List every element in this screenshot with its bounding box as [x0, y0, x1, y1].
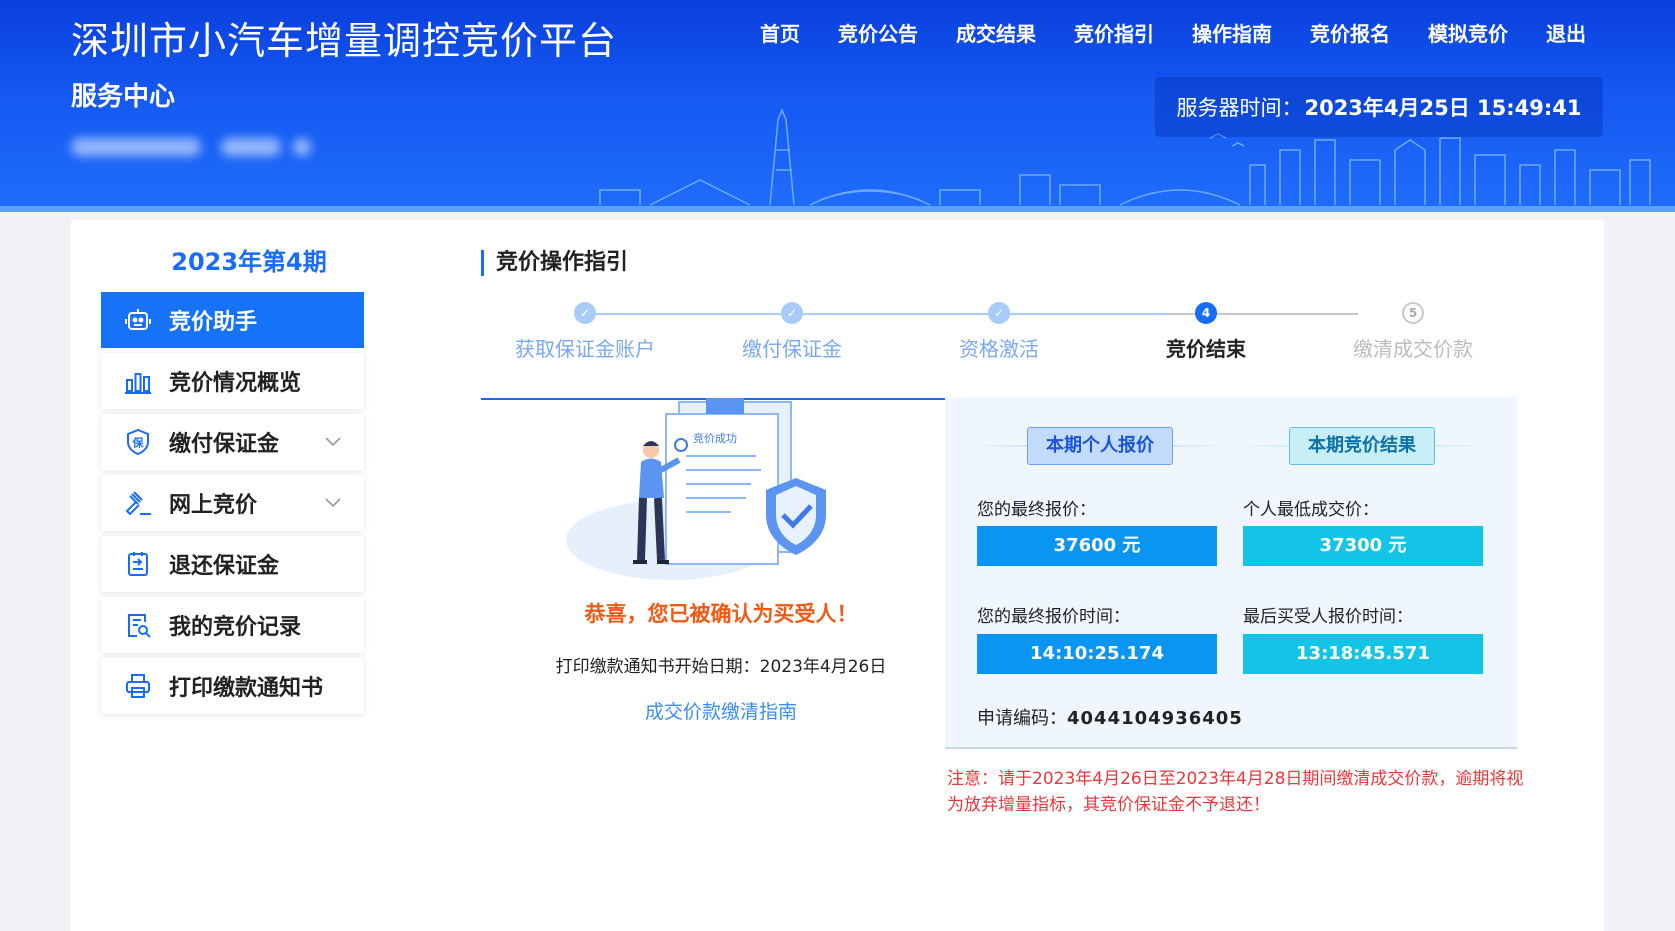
- illustration-caption: 竞价成功: [693, 431, 737, 445]
- step-2: ✓ 缴付保证金: [692, 302, 892, 362]
- last-buyer-time-value: 13:18:45.571: [1243, 634, 1483, 674]
- nav-simulation[interactable]: 模拟竞价: [1409, 18, 1527, 47]
- sidebar-menu: 竞价助手 竞价情况概览 保 缴付保证金 网上竞价 退还保证金 我的竞价记录 打印…: [101, 292, 364, 719]
- application-code-value: 4044104936405: [1067, 708, 1243, 729]
- sidebar-item-label: 网上竞价: [169, 493, 258, 518]
- blurred-user-info: [71, 132, 311, 162]
- nav-operation-guide[interactable]: 操作指南: [1173, 18, 1291, 47]
- nav-logout[interactable]: 退出: [1527, 18, 1605, 47]
- step-label: 资格激活: [959, 337, 1039, 361]
- server-time-label: 服务器时间：: [1176, 96, 1303, 120]
- site-title: 深圳市小汽车增量调控竞价平台: [71, 19, 618, 63]
- step-1: ✓ 获取保证金账户: [485, 302, 685, 362]
- final-bid-time-value: 14:10:25.174: [977, 634, 1217, 674]
- step-label: 竞价结束: [1166, 337, 1246, 361]
- step-number: 5: [1402, 302, 1424, 324]
- application-code-label: 申请编码：: [977, 708, 1067, 729]
- sidebar-item-online-bidding[interactable]: 网上竞价: [101, 475, 364, 531]
- personal-bid-tag: 本期个人报价: [1027, 427, 1173, 465]
- sidebar-item-label: 缴付保证金: [169, 432, 280, 457]
- header-banner: 深圳市小汽车增量调控竞价平台 服务中心 首页 竞价公告 成交结果 竞价指引 操作…: [0, 0, 1675, 212]
- sidebar-item-bidding-assistant[interactable]: 竞价助手: [101, 292, 364, 348]
- personal-bid-header: 本期个人报价: [975, 427, 1225, 465]
- section-title: 竞价操作指引: [481, 250, 628, 276]
- congrats-message: 恭喜，您已被确认为买受人！: [584, 602, 858, 626]
- main-card: 2023年第4期 竞价助手 竞价情况概览 保 缴付保证金 网上竞价 退还保证金 …: [71, 220, 1604, 931]
- final-bid-value: 37600 元: [977, 526, 1217, 566]
- sidebar-item-label: 我的竞价记录: [169, 615, 302, 640]
- chevron-down-icon[interactable]: [324, 493, 342, 511]
- application-code: 申请编码：4044104936405: [977, 704, 1243, 730]
- server-time-value: 2023年4月25日 15:49:41: [1304, 96, 1582, 120]
- shield-bao-icon: 保: [121, 425, 155, 459]
- sidebar-item-pay-deposit[interactable]: 保 缴付保证金: [101, 414, 364, 470]
- step-4: 4 竞价结束: [1106, 302, 1306, 362]
- top-nav: 首页 竞价公告 成交结果 竞价指引 操作指南 竞价报名 模拟竞价 退出: [741, 18, 1605, 47]
- printer-icon: [121, 669, 155, 703]
- bid-result-header: 本期竞价结果: [1237, 427, 1487, 465]
- step-number: 4: [1195, 302, 1217, 324]
- print-start-date: 打印缴款通知书开始日期：2023年4月26日: [555, 657, 887, 677]
- check-icon: ✓: [781, 302, 803, 324]
- robot-icon: [121, 303, 155, 337]
- sidebar-item-my-records[interactable]: 我的竞价记录: [101, 597, 364, 653]
- step-label: 缴付保证金: [742, 337, 842, 361]
- record-search-icon: [121, 608, 155, 642]
- nav-registration[interactable]: 竞价报名: [1291, 18, 1409, 47]
- header-bottom-strip: [0, 206, 1675, 212]
- check-icon: ✓: [574, 302, 596, 324]
- nav-announcements[interactable]: 竞价公告: [819, 18, 937, 47]
- sidebar-item-print-notice[interactable]: 打印缴款通知书: [101, 658, 364, 714]
- refund-doc-icon: [121, 547, 155, 581]
- chevron-down-icon[interactable]: [324, 432, 342, 450]
- nav-bidding-guide[interactable]: 竞价指引: [1055, 18, 1173, 47]
- payment-guide-link[interactable]: 成交价款缴清指南: [471, 697, 971, 724]
- sidebar-item-refund-deposit[interactable]: 退还保证金: [101, 536, 364, 592]
- sidebar-item-label: 竞价情况概览: [169, 371, 302, 396]
- svg-text:保: 保: [132, 436, 145, 450]
- progress-steps: ✓ 获取保证金账户 ✓ 缴付保证金 ✓ 资格激活 4 竞价结束 5 缴清成交价款: [481, 302, 1517, 400]
- sidebar-item-bidding-overview[interactable]: 竞价情况概览: [101, 353, 364, 409]
- bar-chart-icon: [121, 364, 155, 398]
- success-illustration: 竞价成功: [566, 398, 826, 580]
- server-time-box: 服务器时间： 2023年4月25日 15:49:41: [1155, 77, 1603, 137]
- gavel-icon: [121, 486, 155, 520]
- bid-result-tag: 本期竞价结果: [1289, 427, 1435, 465]
- step-label: 获取保证金账户: [515, 337, 655, 361]
- step-3: ✓ 资格激活: [899, 302, 1099, 362]
- payment-deadline-notice: 注意：请于2023年4月26日至2023年4月28日期间缴清成交价款，逾期将视为…: [947, 769, 1524, 815]
- nav-results[interactable]: 成交结果: [937, 18, 1055, 47]
- nav-home[interactable]: 首页: [741, 18, 819, 47]
- sidebar-item-label: 打印缴款通知书: [169, 676, 324, 701]
- sidebar-item-label: 退还保证金: [169, 554, 280, 579]
- final-bid-time-label: 您的最终报价时间：: [977, 607, 1130, 627]
- step-5: 5 缴清成交价款: [1313, 302, 1513, 362]
- last-buyer-time-label: 最后买受人报价时间：: [1243, 607, 1413, 627]
- step-label: 缴清成交价款: [1353, 337, 1473, 361]
- result-panel: 本期个人报价 本期竞价结果 您的最终报价： 个人最低成交价： 37600 元 3…: [945, 397, 1517, 749]
- final-bid-label: 您的最终报价：: [977, 500, 1096, 520]
- site-subtitle: 服务中心: [71, 82, 176, 112]
- bidding-period: 2023年第4期: [171, 248, 327, 276]
- sidebar-item-label: 竞价助手: [169, 310, 258, 335]
- lowest-price-value: 37300 元: [1243, 526, 1483, 566]
- check-icon: ✓: [988, 302, 1010, 324]
- lowest-price-label: 个人最低成交价：: [1243, 500, 1379, 520]
